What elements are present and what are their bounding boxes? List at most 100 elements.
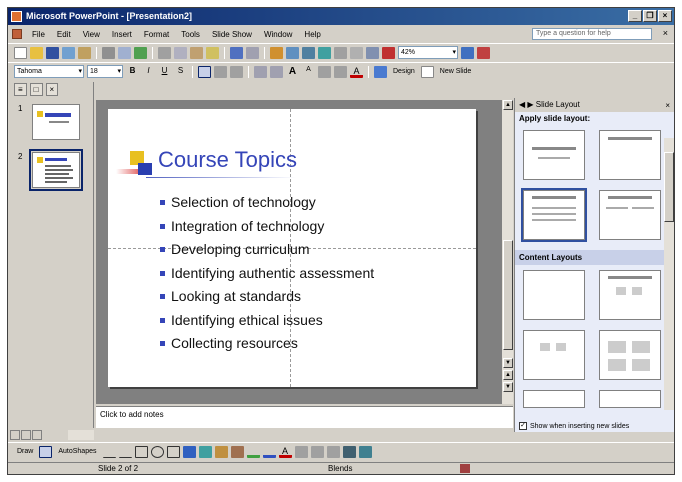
align-left-icon[interactable]: [198, 65, 211, 78]
layout-blank[interactable]: [523, 270, 585, 320]
increase-font-icon[interactable]: A: [286, 66, 299, 78]
list-item[interactable]: Looking at standards: [160, 285, 374, 309]
ask-question-input[interactable]: Type a question for help: [532, 28, 652, 40]
numbering-icon[interactable]: [254, 65, 267, 78]
paste-icon[interactable]: [190, 46, 203, 59]
rectangle-icon[interactable]: [134, 445, 148, 458]
layout-partial[interactable]: [599, 390, 661, 408]
restore-button[interactable]: ❐: [643, 10, 657, 22]
picture-icon[interactable]: [230, 445, 244, 458]
insert-table-icon[interactable]: [286, 46, 299, 59]
next-slide-icon[interactable]: ▼: [503, 382, 513, 392]
copy-icon[interactable]: [174, 46, 187, 59]
line-icon[interactable]: [102, 446, 116, 458]
list-item[interactable]: Selection of technology: [160, 191, 374, 215]
help-icon[interactable]: [461, 46, 474, 59]
horizontal-scrollbar[interactable]: [68, 430, 94, 440]
slide-canvas[interactable]: Course Topics Selection of technology In…: [108, 109, 476, 387]
menu-help[interactable]: Help: [298, 30, 326, 39]
text-box-icon[interactable]: [166, 445, 180, 458]
menu-tools[interactable]: Tools: [175, 30, 206, 39]
bullet-list[interactable]: Selection of technology Integration of t…: [160, 191, 374, 356]
zoom-select[interactable]: 42%: [398, 46, 458, 59]
format-painter-icon[interactable]: [206, 46, 219, 59]
font-color-icon[interactable]: A: [278, 446, 292, 458]
email-icon[interactable]: [78, 46, 91, 59]
layout-title-slide[interactable]: [523, 130, 585, 180]
menu-window[interactable]: Window: [258, 30, 298, 39]
arrow-icon[interactable]: [118, 446, 132, 458]
close-button[interactable]: ×: [658, 10, 672, 22]
show-when-inserting-checkbox[interactable]: ✓: [519, 422, 527, 430]
back-icon[interactable]: ◀: [519, 100, 525, 109]
slide-vertical-scrollbar[interactable]: ▲ ▼ ▲ ▼: [501, 100, 513, 404]
layout-four-content[interactable]: [599, 330, 661, 380]
shadow-style-icon[interactable]: [342, 445, 356, 458]
grid-icon[interactable]: [366, 46, 379, 59]
print-preview-icon[interactable]: [118, 46, 131, 59]
3d-style-icon[interactable]: [358, 445, 372, 458]
line-color-icon[interactable]: [262, 446, 276, 458]
permission-icon[interactable]: [62, 46, 75, 59]
shadow-icon[interactable]: S: [174, 66, 187, 78]
slide-thumbnail-2[interactable]: [29, 149, 83, 191]
clip-art-icon[interactable]: [214, 445, 228, 458]
forward-icon[interactable]: ▶: [527, 100, 533, 109]
list-item[interactable]: Identifying ethical issues: [160, 309, 374, 333]
tables-borders-icon[interactable]: [302, 46, 315, 59]
decrease-font-icon[interactable]: A: [302, 66, 315, 78]
font-name-select[interactable]: Tahoma: [14, 65, 84, 78]
design-icon[interactable]: [374, 65, 387, 78]
menu-format[interactable]: Format: [138, 30, 175, 39]
layout-title-and-text[interactable]: [521, 188, 587, 242]
list-item[interactable]: Identifying authentic assessment: [160, 262, 374, 286]
task-pane-scrollbar[interactable]: [664, 138, 674, 410]
select-objects-icon[interactable]: [39, 445, 53, 458]
save-icon[interactable]: [46, 46, 59, 59]
document-close-icon[interactable]: ×: [663, 28, 668, 38]
show-formatting-icon[interactable]: [350, 46, 363, 59]
layout-title-only[interactable]: [599, 130, 661, 180]
oval-icon[interactable]: [150, 445, 164, 458]
task-pane-title[interactable]: Slide Layout: [536, 100, 580, 109]
scroll-up-icon[interactable]: ▲: [503, 100, 513, 110]
slide-sorter-view-icon[interactable]: [21, 430, 31, 440]
new-slide-button[interactable]: New Slide: [437, 68, 475, 75]
color-grayscale-icon[interactable]: [382, 46, 395, 59]
draw-menu[interactable]: Draw: [14, 448, 36, 455]
cut-icon[interactable]: [158, 46, 171, 59]
minimize-button[interactable]: _: [628, 10, 642, 22]
font-size-select[interactable]: 18: [87, 65, 123, 78]
menu-file[interactable]: File: [26, 30, 51, 39]
slides-pane-close-icon[interactable]: ×: [45, 82, 59, 96]
decrease-indent-icon[interactable]: [318, 65, 331, 78]
document-icon[interactable]: [12, 29, 22, 39]
list-item[interactable]: Developing curriculum: [160, 238, 374, 262]
increase-indent-icon[interactable]: [334, 65, 347, 78]
line-style-icon[interactable]: [294, 445, 308, 458]
new-slide-icon[interactable]: [420, 65, 434, 78]
expand-all-icon[interactable]: [334, 46, 347, 59]
scrollbar-thumb[interactable]: [664, 152, 674, 222]
toolbar-options-icon[interactable]: [477, 46, 490, 59]
spelling-icon[interactable]: [134, 46, 147, 59]
previous-slide-icon[interactable]: ▲: [503, 370, 513, 380]
font-color-icon[interactable]: A: [350, 66, 363, 78]
wordart-icon[interactable]: [182, 445, 196, 458]
layout-partial[interactable]: [523, 390, 585, 408]
align-center-icon[interactable]: [214, 65, 227, 78]
align-right-icon[interactable]: [230, 65, 243, 78]
notes-pane[interactable]: Click to add notes: [96, 406, 513, 428]
diagram-icon[interactable]: [198, 445, 212, 458]
scrollbar-thumb[interactable]: [503, 240, 513, 350]
print-icon[interactable]: [102, 46, 115, 59]
undo-icon[interactable]: [230, 46, 243, 59]
list-item[interactable]: Integration of technology: [160, 215, 374, 239]
slide-show-view-icon[interactable]: [32, 430, 42, 440]
open-icon[interactable]: [30, 46, 43, 59]
list-item[interactable]: Collecting resources: [160, 332, 374, 356]
insert-chart-icon[interactable]: [270, 46, 283, 59]
fill-color-icon[interactable]: [246, 446, 260, 458]
arrow-style-icon[interactable]: [326, 445, 340, 458]
insert-diagram-icon[interactable]: [318, 46, 331, 59]
